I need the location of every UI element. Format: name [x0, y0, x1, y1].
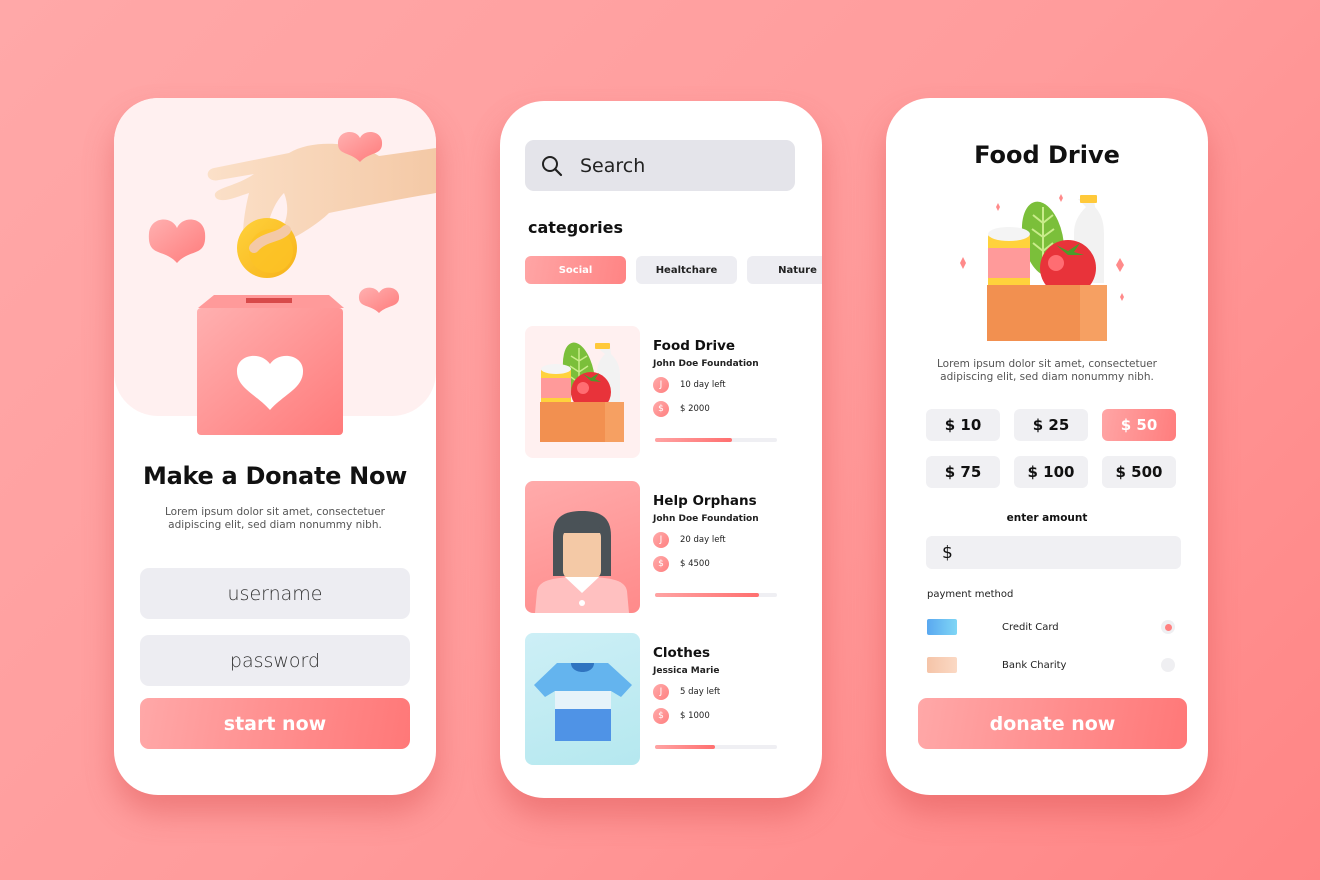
grocery-bag-icon	[960, 194, 1124, 341]
campaign-info: Clothes Jessica Marie J 5 day left $ $ 1…	[653, 645, 793, 724]
campaign-thumbnail	[525, 633, 640, 765]
tshirt-icon	[534, 663, 632, 741]
grocery-bag-icon	[540, 342, 624, 442]
payment-option-bank-charity[interactable]: Bank Charity	[927, 656, 1177, 674]
amount-input-wrapper[interactable]: $	[926, 536, 1181, 569]
amount-option-75[interactable]: $ 75	[926, 456, 1000, 488]
donate-now-button[interactable]: donate now	[918, 698, 1187, 749]
amount-option-100[interactable]: $ 100	[1014, 456, 1088, 488]
campaign-title: Help Orphans	[653, 493, 757, 509]
enter-amount-label: enter amount	[1006, 512, 1088, 524]
progress-fill	[655, 593, 759, 597]
radio-button[interactable]	[1161, 620, 1175, 634]
days-left-text: 20 day left	[680, 535, 726, 545]
days-left-text: 5 day left	[680, 687, 721, 697]
page-title: Make a Donate Now	[142, 462, 408, 490]
search-icon	[542, 155, 563, 176]
page-description: Lorem ipsum dolor sit amet, consectetuer…	[937, 358, 1157, 383]
campaign-organizer: Jessica Marie	[653, 666, 720, 676]
dollar-icon: $	[653, 708, 669, 724]
campaign-card[interactable]: Help Orphans John Doe Foundation J 20 da…	[525, 481, 815, 613]
page-title: Food Drive	[974, 141, 1120, 169]
campaign-progress-bar	[655, 438, 777, 442]
search-input[interactable]	[580, 154, 780, 177]
campaign-thumbnail	[525, 481, 640, 613]
donation-detail-screen: Food Drive Lorem ipsum dolor sit amet, c…	[886, 98, 1208, 795]
girl-avatar-icon	[535, 511, 629, 613]
radio-button[interactable]	[1161, 658, 1175, 672]
payment-option-credit-card[interactable]: Credit Card	[927, 618, 1177, 636]
amount-option-500[interactable]: $ 500	[1102, 456, 1176, 488]
amount-text: $ 2000	[680, 404, 710, 414]
category-chip-nature[interactable]: Nature	[747, 256, 822, 284]
donation-box-illustration	[148, 132, 436, 435]
amount-text: $ 4500	[680, 559, 710, 569]
campaign-title: Food Drive	[653, 338, 736, 354]
payment-method-label: payment method	[927, 589, 1014, 600]
campaign-progress-bar	[655, 593, 777, 597]
progress-fill	[655, 438, 732, 442]
dollar-icon: $	[653, 556, 669, 572]
amount-options: $ 10 $ 25 $ 50 $ 75 $ 100 $ 500	[926, 409, 1177, 488]
bank-icon	[927, 657, 957, 673]
clock-icon: J	[653, 377, 669, 393]
campaign-info: Food Drive John Doe Foundation J 10 day …	[653, 338, 793, 417]
campaign-progress-bar	[655, 745, 777, 749]
campaign-days-left: J 20 day left	[653, 532, 793, 548]
login-screen: Make a Donate Now Lorem ipsum dolor sit …	[114, 98, 436, 795]
campaign-amount: $ $ 2000	[653, 401, 793, 417]
start-now-button[interactable]: start now	[140, 698, 410, 749]
campaign-thumbnail	[525, 326, 640, 458]
campaign-organizer: John Doe Foundation	[653, 514, 759, 524]
heart-icon	[358, 287, 400, 313]
dollar-icon: $	[653, 401, 669, 417]
amount-option-25[interactable]: $ 25	[1014, 409, 1088, 441]
amount-option-50[interactable]: $ 50	[1102, 409, 1176, 441]
page-description: Lorem ipsum dolor sit amet, consectetuer…	[165, 506, 385, 531]
clock-icon: J	[653, 532, 669, 548]
category-chip-healthcare[interactable]: Healtchare	[636, 256, 737, 284]
clock-icon: J	[653, 684, 669, 700]
campaign-info: Help Orphans John Doe Foundation J 20 da…	[653, 493, 793, 572]
search-bar[interactable]	[525, 140, 795, 191]
category-chips: Social Healtchare Nature	[525, 256, 822, 284]
campaign-amount: $ $ 1000	[653, 708, 793, 724]
campaign-organizer: John Doe Foundation	[653, 359, 759, 369]
campaign-days-left: J 10 day left	[653, 377, 793, 393]
payment-option-label: Bank Charity	[1002, 659, 1067, 671]
payment-option-label: Credit Card	[1002, 621, 1059, 633]
password-field[interactable]	[140, 635, 410, 686]
progress-fill	[655, 745, 715, 749]
amount-text: $ 1000	[680, 711, 710, 721]
username-field[interactable]	[140, 568, 410, 619]
campaign-amount: $ $ 4500	[653, 556, 793, 572]
campaign-days-left: J 5 day left	[653, 684, 793, 700]
campaign-card[interactable]: Clothes Jessica Marie J 5 day left $ $ 1…	[525, 633, 815, 765]
campaign-card[interactable]: Food Drive John Doe Foundation J 10 day …	[525, 326, 815, 458]
campaign-title: Clothes	[653, 645, 711, 661]
categories-heading: categories	[528, 218, 623, 237]
hero-illustration	[114, 98, 436, 435]
radio-selected-dot	[1164, 623, 1172, 631]
heart-icon	[148, 219, 206, 263]
days-left-text: 10 day left	[680, 380, 726, 390]
amount-option-10[interactable]: $ 10	[926, 409, 1000, 441]
currency-symbol: $	[942, 542, 953, 563]
credit-card-icon	[927, 619, 957, 635]
browse-screen: categories Social Healtchare Nature	[500, 101, 822, 798]
category-chip-social[interactable]: Social	[525, 256, 626, 284]
amount-input[interactable]	[958, 544, 1181, 561]
